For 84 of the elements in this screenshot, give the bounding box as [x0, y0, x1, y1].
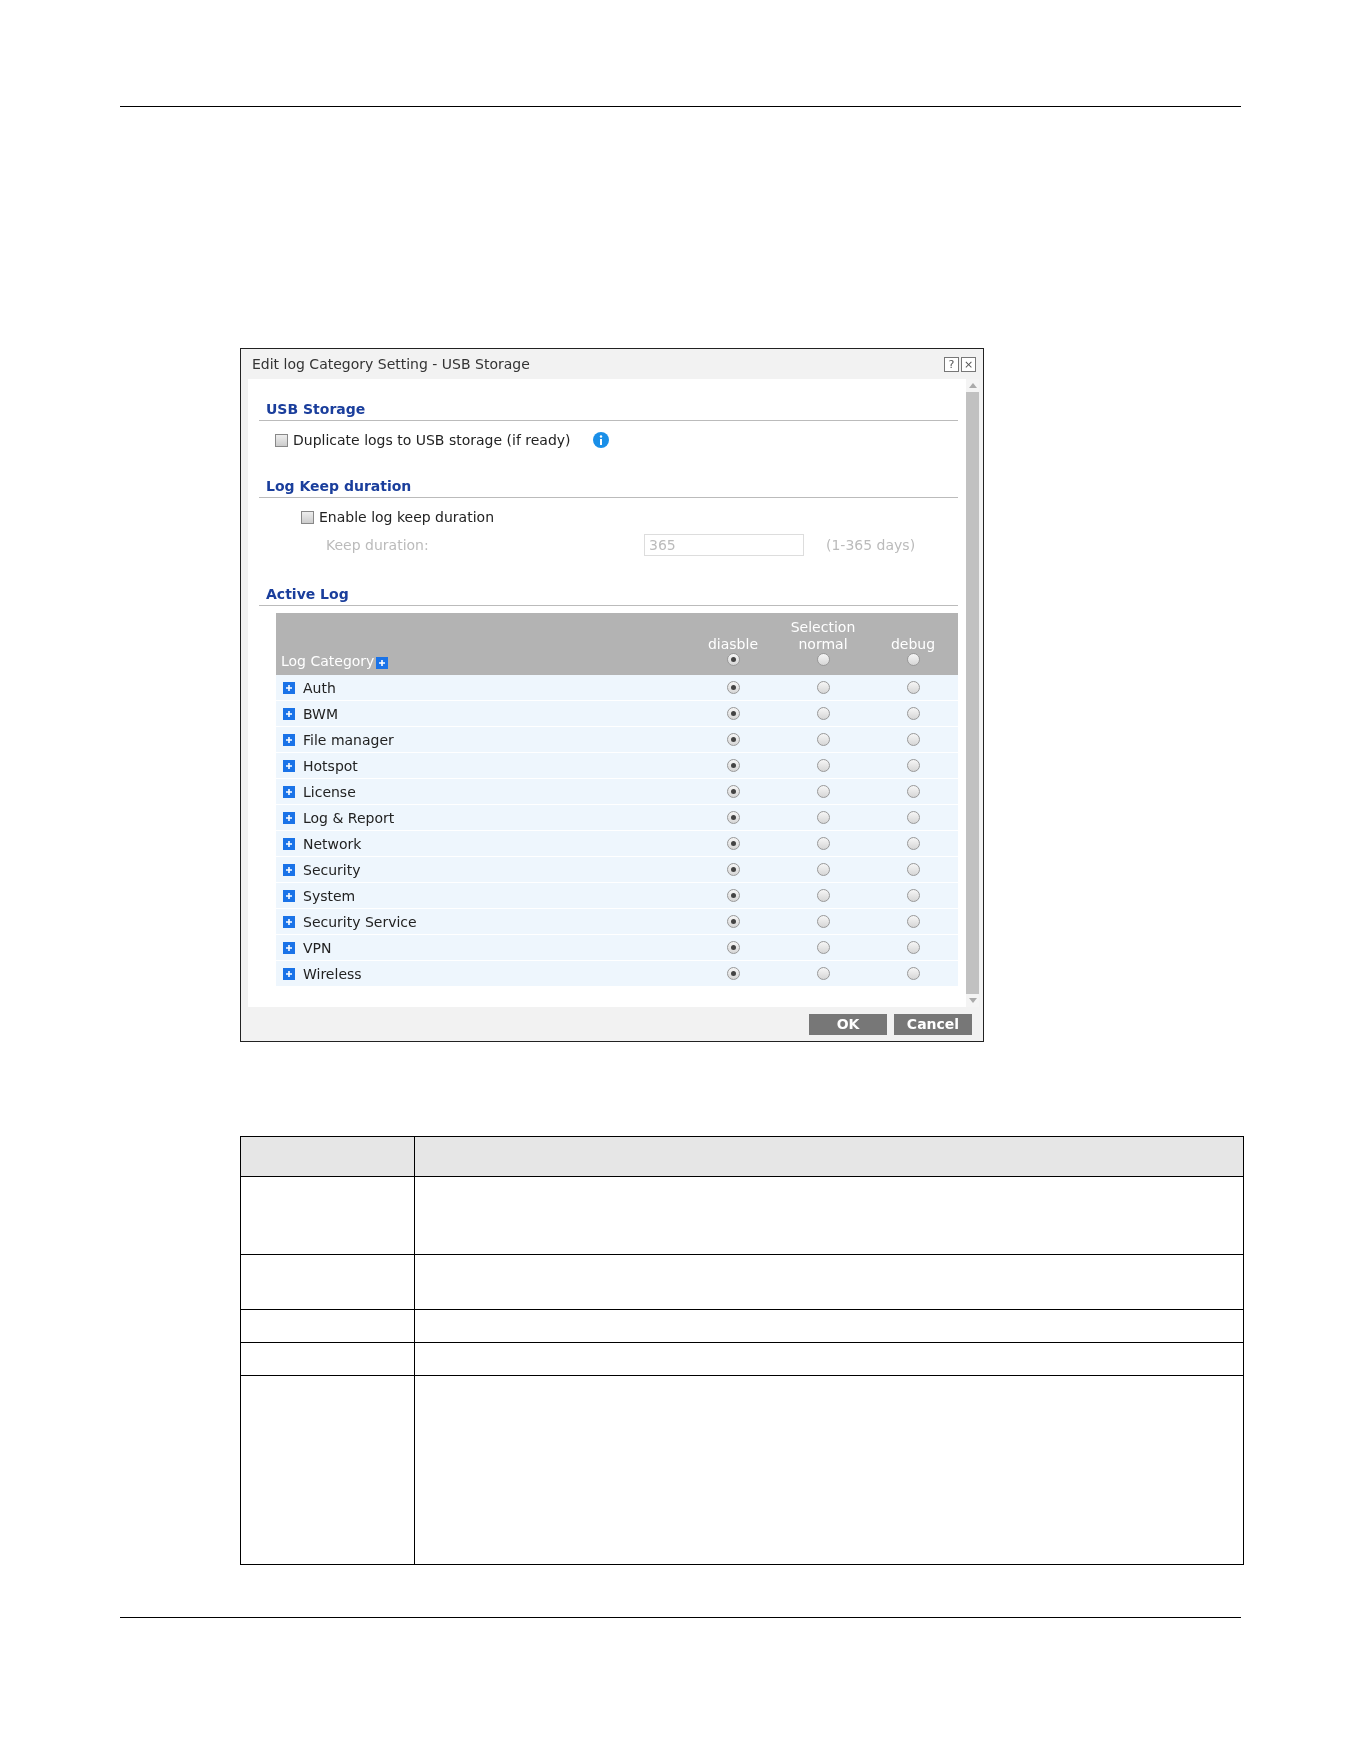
expand-icon[interactable] [283, 707, 295, 720]
expand-icon[interactable] [283, 733, 295, 746]
help-button[interactable]: ? [944, 356, 959, 372]
expand-icon[interactable] [283, 811, 295, 824]
radio-button[interactable] [726, 707, 740, 720]
radio-button[interactable] [906, 889, 920, 902]
expand-icon[interactable] [283, 889, 295, 902]
category-name: Auth [303, 679, 336, 696]
radio-button[interactable] [816, 707, 830, 720]
radio-button[interactable] [906, 681, 920, 694]
radio-button[interactable] [726, 915, 740, 928]
radio-button[interactable] [726, 863, 740, 876]
column-header: normal [798, 635, 848, 653]
category-name: System [303, 887, 356, 904]
field-hint: (1-365 days) [826, 537, 916, 553]
category-name: Network [303, 835, 362, 852]
radio-button[interactable] [726, 837, 740, 850]
category-name: License [303, 783, 356, 800]
radio-button[interactable] [906, 785, 920, 798]
column-header: debug [890, 635, 936, 653]
radio-button[interactable] [906, 941, 920, 954]
category-name: Security [303, 861, 361, 878]
expand-icon[interactable] [283, 785, 295, 798]
radio-button[interactable] [726, 759, 740, 772]
radio-button[interactable] [816, 863, 830, 876]
radio-button[interactable] [906, 733, 920, 746]
radio-button[interactable] [906, 967, 920, 980]
radio-button[interactable] [906, 915, 920, 928]
category-name: Hotspot [303, 757, 358, 774]
radio-button[interactable] [816, 837, 830, 850]
radio-button[interactable] [906, 653, 920, 666]
cancel-button[interactable]: Cancel [894, 1013, 972, 1035]
close-button[interactable]: × [961, 356, 976, 372]
radio-button[interactable] [906, 811, 920, 824]
radio-button[interactable] [816, 759, 830, 772]
expand-icon[interactable] [283, 967, 295, 980]
radio-button[interactable] [726, 653, 740, 666]
section-heading: Active Log [259, 586, 958, 606]
category-name: BWM [303, 705, 339, 722]
column-header: diasble [707, 635, 758, 653]
radio-button[interactable] [816, 733, 830, 746]
column-group-label: Selection [789, 619, 857, 635]
radio-button[interactable] [816, 889, 830, 902]
checkbox[interactable] [275, 433, 288, 447]
radio-button[interactable] [726, 785, 740, 798]
radio-button[interactable] [816, 967, 830, 980]
radio-button[interactable] [726, 941, 740, 954]
window-title: Edit log Category Setting - USB Storage [252, 356, 530, 372]
radio-button[interactable] [906, 759, 920, 772]
radio-button[interactable] [906, 707, 920, 720]
expand-icon[interactable] [283, 863, 295, 876]
radio-button[interactable] [816, 653, 830, 666]
expand-icon[interactable] [283, 837, 295, 850]
expand-icon[interactable] [283, 915, 295, 928]
field-label: Keep duration: [326, 537, 430, 553]
radio-button[interactable] [816, 785, 830, 798]
radio-button[interactable] [816, 941, 830, 954]
radio-button[interactable] [906, 863, 920, 876]
section-heading: USB Storage [259, 401, 958, 421]
expand-icon[interactable] [283, 941, 295, 954]
radio-button[interactable] [906, 837, 920, 850]
radio-button[interactable] [816, 915, 830, 928]
category-name: VPN [303, 939, 332, 956]
checkbox-label: Duplicate logs to USB storage (if ready) [293, 432, 571, 448]
checkbox-label: Enable log keep duration [319, 509, 494, 525]
radio-button[interactable] [726, 967, 740, 980]
radio-button[interactable] [726, 733, 740, 746]
section-heading: Log Keep duration [259, 478, 958, 498]
checkbox[interactable] [301, 510, 314, 524]
expand-icon[interactable] [283, 681, 295, 694]
category-name: Wireless [303, 965, 362, 982]
category-name: Security Service [303, 913, 417, 930]
radio-button[interactable] [726, 889, 740, 902]
info-icon[interactable] [592, 432, 609, 448]
ok-button[interactable]: OK [809, 1013, 887, 1035]
radio-button[interactable] [726, 811, 740, 824]
radio-button[interactable] [726, 681, 740, 694]
radio-button[interactable] [816, 811, 830, 824]
column-header: Log Category [281, 653, 375, 669]
category-name: File manager [303, 731, 394, 748]
expand-icon[interactable] [283, 759, 295, 772]
category-name: Log & Report [303, 809, 395, 826]
expand-icon[interactable] [376, 657, 389, 669]
radio-button[interactable] [816, 681, 830, 694]
